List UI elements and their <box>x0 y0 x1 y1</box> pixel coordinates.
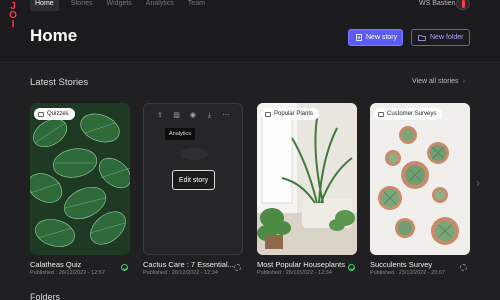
story-card-calatheas[interactable]: Quizzes <box>30 103 130 255</box>
chip-label: Quizzes <box>47 111 69 117</box>
story-thumbnail <box>257 103 357 255</box>
nav-tab-stories[interactable]: Stories <box>69 0 95 11</box>
story-card-houseplants[interactable]: Popular Plants <box>257 103 357 255</box>
pending-status-icon <box>460 264 467 271</box>
view-all-stories-link[interactable]: View all stories › <box>412 78 465 85</box>
download-icon[interactable]: ⤓ <box>204 112 214 120</box>
story-title[interactable]: Succulents Survey <box>370 260 432 269</box>
chip-icon <box>265 111 271 117</box>
folder-icon <box>418 34 426 41</box>
carousel-next-arrow-icon[interactable]: › <box>476 176 480 190</box>
published-check-icon <box>121 264 128 271</box>
page-title: Home <box>30 26 78 45</box>
story-title[interactable]: Most Popular Houseplants <box>257 260 345 269</box>
story-thumbnail <box>180 148 208 160</box>
analytics-tooltip: Analytics <box>165 128 196 140</box>
new-story-icon <box>356 34 362 41</box>
edit-story-button[interactable]: Edit story <box>172 170 215 190</box>
category-chip: Quizzes <box>34 108 75 120</box>
story-title[interactable]: Calatheas Quiz <box>30 260 81 269</box>
story-title[interactable]: Cactus Care : 7 Essential... <box>143 260 234 269</box>
story-published-date: Published : 26/12/2022 - 12:57 <box>30 270 105 276</box>
story-published-date: Published : 23/12/2022 - 20:07 <box>370 270 445 276</box>
analytics-icon[interactable]: ▥ <box>172 112 182 120</box>
category-chip: Customer Surveys <box>374 108 443 120</box>
chip-label: Customer Surveys <box>387 111 437 117</box>
story-published-date: Published : 26/12/2022 - 12:34 <box>143 270 218 276</box>
brand-logo[interactable]: JOI <box>6 2 20 32</box>
avatar-icon <box>462 0 465 8</box>
new-folder-button[interactable]: New folder <box>411 29 470 46</box>
story-card-succulents[interactable]: Customer Surveys <box>370 103 470 255</box>
new-folder-label: New folder <box>430 34 464 41</box>
arrow-right-icon: › <box>462 78 465 85</box>
view-all-label: View all stories <box>412 78 459 85</box>
user-name[interactable]: WS Bastien <box>419 0 456 8</box>
new-story-button[interactable]: New story <box>348 29 403 46</box>
nav-tab-home[interactable]: Home <box>30 0 59 11</box>
share-icon[interactable]: ⇪ <box>155 112 165 120</box>
new-story-label: New story <box>366 34 398 41</box>
eye-icon[interactable]: ◉ <box>188 112 198 120</box>
story-thumbnail <box>30 103 130 255</box>
nav-tab-widgets[interactable]: Widgets <box>104 0 133 11</box>
story-published-date: Published : 26/12/2022 - 12:34 <box>257 270 332 276</box>
card-toolbar: ⇪ ▥ ◉ ⤓ ⋯ <box>144 112 242 120</box>
category-chip: Popular Plants <box>261 108 320 120</box>
more-icon[interactable]: ⋯ <box>221 112 231 120</box>
chip-label: Popular Plants <box>274 111 314 117</box>
main-nav: Home Stories Widgets Analytics Team <box>30 0 207 11</box>
section-title: Latest Stories <box>30 77 89 88</box>
published-check-icon <box>348 264 355 271</box>
chip-icon <box>378 111 384 117</box>
nav-tab-team[interactable]: Team <box>186 0 207 11</box>
chip-icon <box>38 111 44 117</box>
folders-section-title: Folders <box>30 292 61 300</box>
story-card-cactus[interactable]: ⇪ ▥ ◉ ⤓ ⋯ Analytics Edit story <box>143 103 243 255</box>
nav-tab-analytics[interactable]: Analytics <box>144 0 176 11</box>
pending-status-icon <box>234 264 241 271</box>
story-thumbnail <box>370 103 470 255</box>
